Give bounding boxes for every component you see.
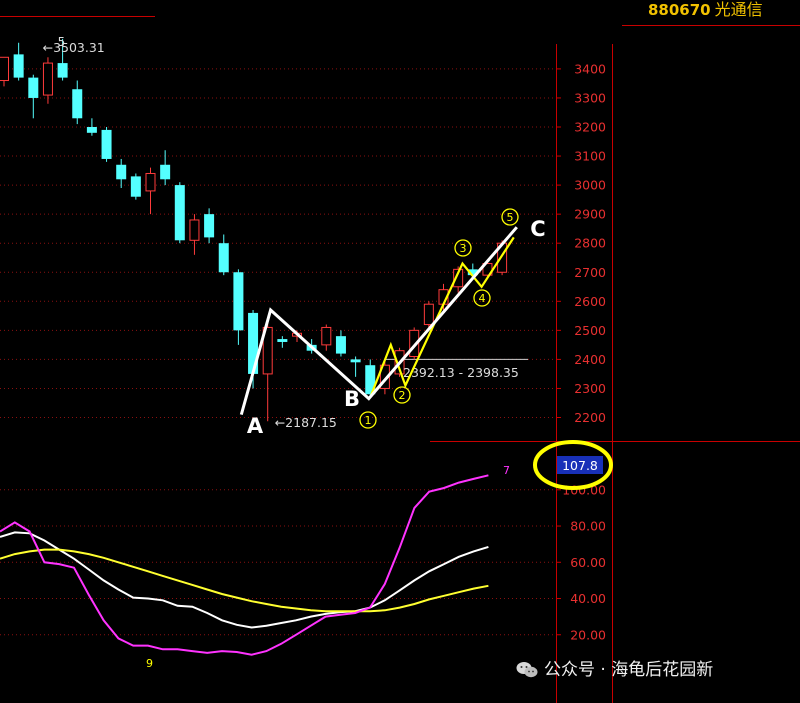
watermark: 公众号 · 海龟后花园新 <box>516 658 713 682</box>
candle-body <box>145 172 156 192</box>
indicator-tick-label: 60.00 <box>570 555 606 570</box>
ticker-code: 880670 <box>648 1 711 19</box>
price-tick-label: 2700 <box>574 265 606 280</box>
j-low-marker: 9 <box>146 657 153 670</box>
wechat-icon <box>516 662 538 678</box>
candle-body <box>42 62 53 96</box>
candle-body <box>86 127 97 133</box>
candle-body <box>277 339 288 342</box>
price-tick-label: 3100 <box>574 149 606 164</box>
current-value-label: 107.8 <box>562 458 598 473</box>
price-tick-label: 2300 <box>574 381 606 396</box>
candle-body <box>160 164 171 180</box>
low-price-label: ←2187.15 <box>275 415 337 430</box>
candle-body <box>174 185 185 241</box>
price-tick-label: 2800 <box>574 236 606 251</box>
price-tick-label: 3200 <box>574 120 606 135</box>
candle-body <box>28 77 39 98</box>
price-tick-label: 3400 <box>574 61 606 76</box>
candle-body <box>189 219 200 241</box>
main-wave-line <box>239 226 518 416</box>
indicator-tick-label: 40.00 <box>570 591 606 606</box>
candle-body <box>350 359 361 363</box>
candle-body <box>204 214 215 238</box>
wave-letter-a: A <box>247 414 264 438</box>
wave-letter-c: C <box>530 217 545 241</box>
wave-mark-number: 4 <box>479 292 486 305</box>
indicator-series-k <box>0 531 489 629</box>
wave-letter-b: B <box>344 387 360 411</box>
price-tick-label: 2600 <box>574 294 606 309</box>
ticker-header: 880670 光通信 <box>648 0 763 20</box>
candle-body <box>423 303 434 326</box>
candle-body <box>321 326 332 346</box>
candle-body <box>0 56 9 82</box>
candle-body <box>72 89 83 119</box>
watermark-text: 公众号 · 海龟后花园新 <box>544 660 714 680</box>
candle-body <box>13 54 24 78</box>
price-tick-label: 2400 <box>574 352 606 367</box>
indicator-tick-label: 80.00 <box>570 519 606 534</box>
candle-body <box>233 272 244 331</box>
candle-body <box>335 336 346 354</box>
ticker-name: 光通信 <box>714 0 763 19</box>
high-price-label: ←3503.31 <box>43 40 105 55</box>
candle-body <box>116 164 127 180</box>
indicator-series-j <box>0 474 489 656</box>
price-tick-label: 3000 <box>574 178 606 193</box>
price-tick-label: 2500 <box>574 323 606 338</box>
price-tick-label: 2900 <box>574 207 606 222</box>
j-high-marker: 7 <box>503 464 510 477</box>
stock-chart: 3400 3300 3200 3100 3000 2900 2800 2700 2600 2500… <box>0 16 800 703</box>
indicator-tick-label: 20.00 <box>570 627 606 642</box>
price-tick-label: 2200 <box>574 410 606 425</box>
candle-body <box>218 243 229 273</box>
wave-mark-number: 5 <box>507 211 514 224</box>
wave-mark-number: 2 <box>399 389 406 402</box>
candle-body <box>130 176 141 197</box>
price-tick-label: 3300 <box>574 90 606 105</box>
candle-body <box>101 129 112 159</box>
candle-body <box>57 63 68 78</box>
wave-mark-number: 1 <box>365 414 372 427</box>
gap-range-label: 2392.13 - 2398.35 <box>403 365 519 380</box>
wave-mark-number: 3 <box>460 242 467 255</box>
